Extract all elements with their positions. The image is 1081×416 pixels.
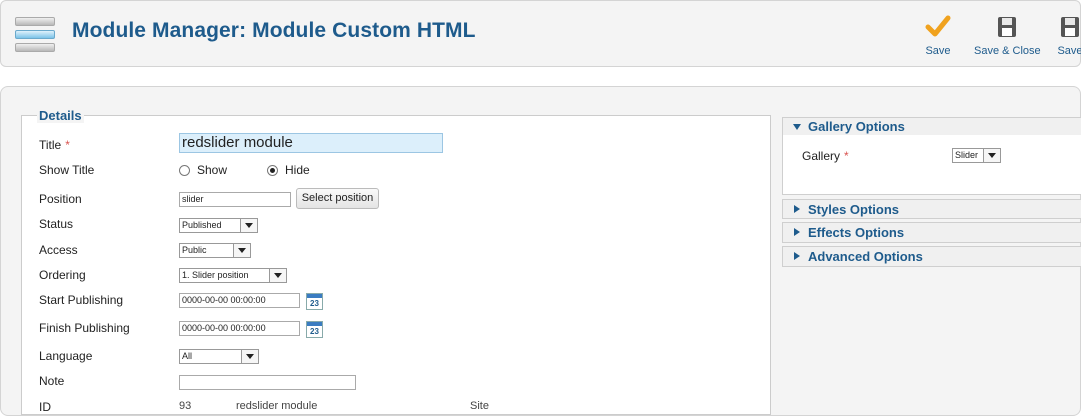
required-mark: * — [844, 149, 849, 163]
start-publishing-input[interactable]: 0000-00-00 00:00:00 — [179, 293, 300, 308]
id-label: ID — [39, 400, 51, 414]
effects-options-title[interactable]: Effects Options — [808, 225, 904, 240]
gallery-select-value: Slider — [955, 150, 979, 160]
select-position-button[interactable]: Select position — [296, 188, 379, 209]
id-client: Site — [470, 400, 489, 412]
floppy-disk-icon — [1061, 17, 1079, 37]
language-label: Language — [39, 349, 93, 363]
chevron-down-icon — [241, 350, 258, 363]
calendar-icon[interactable]: 23 — [306, 321, 323, 338]
chevron-down-icon — [983, 149, 1000, 162]
show-title-hide-radio[interactable] — [267, 165, 278, 176]
show-title-show-radio[interactable] — [179, 165, 190, 176]
gallery-options-title[interactable]: Gallery Options — [808, 119, 905, 134]
ordering-select-value: 1. Slider position — [182, 270, 249, 280]
save-and-close-button[interactable]: Save & Close — [974, 14, 1041, 57]
title-input[interactable]: redslider module — [179, 133, 443, 153]
save-button-label: Save — [925, 45, 951, 57]
status-select-value: Published — [182, 220, 222, 230]
language-select-value: All — [182, 351, 193, 361]
calendar-day: 23 — [310, 299, 319, 308]
position-input[interactable]: slider — [179, 192, 291, 207]
toolbar-header: Module Manager: Module Custom HTML Save … — [0, 0, 1081, 67]
module-manager-icon — [15, 15, 55, 55]
note-input[interactable] — [179, 375, 356, 390]
chevron-right-icon — [794, 205, 800, 213]
chevron-right-icon — [794, 252, 800, 260]
gallery-options-body — [782, 135, 1081, 195]
id-value: 93 — [179, 400, 192, 412]
access-label: Access — [39, 243, 78, 257]
ordering-select[interactable]: 1. Slider position — [179, 268, 287, 283]
language-select[interactable]: All — [179, 349, 259, 364]
show-title-show-label: Show — [197, 163, 228, 177]
checkmark-icon — [925, 15, 951, 37]
advanced-options-title[interactable]: Advanced Options — [808, 249, 923, 264]
finish-publishing-input[interactable]: 0000-00-00 00:00:00 — [179, 321, 300, 336]
chevron-down-icon — [269, 269, 286, 282]
page-title: Module Manager: Module Custom HTML — [72, 19, 476, 42]
save-and-close-button-label: Save & Close — [974, 45, 1041, 57]
save-as-new-button-label: Save — [1057, 45, 1081, 57]
access-select[interactable]: Public — [179, 243, 251, 258]
floppy-disk-icon — [998, 17, 1017, 37]
start-publishing-label: Start Publishing — [39, 293, 124, 307]
details-fieldset — [21, 115, 771, 415]
title-label: Title * — [39, 138, 70, 152]
calendar-icon[interactable]: 23 — [306, 293, 323, 310]
chevron-down-icon — [793, 124, 801, 130]
styles-options-title[interactable]: Styles Options — [808, 202, 899, 217]
save-as-new-button[interactable]: Save — [1057, 14, 1081, 57]
ordering-label: Ordering — [39, 268, 86, 282]
save-button[interactable]: Save — [925, 14, 951, 57]
show-title-hide-label: Hide — [285, 163, 310, 177]
position-label: Position — [39, 192, 82, 206]
chevron-right-icon — [794, 228, 800, 236]
details-legend: Details — [37, 108, 84, 123]
show-title-label: Show Title — [39, 163, 95, 177]
id-title: redslider module — [236, 400, 318, 412]
gallery-label: Gallery * — [802, 149, 849, 163]
finish-publishing-label: Finish Publishing — [39, 321, 130, 335]
note-label: Note — [39, 374, 65, 388]
status-label: Status — [39, 217, 74, 231]
calendar-day: 23 — [310, 327, 319, 336]
chevron-down-icon — [233, 244, 250, 257]
required-mark: * — [65, 138, 70, 152]
gallery-select[interactable]: Slider — [952, 148, 1001, 163]
chevron-down-icon — [240, 219, 257, 232]
status-select[interactable]: Published — [179, 218, 258, 233]
access-select-value: Public — [182, 245, 207, 255]
